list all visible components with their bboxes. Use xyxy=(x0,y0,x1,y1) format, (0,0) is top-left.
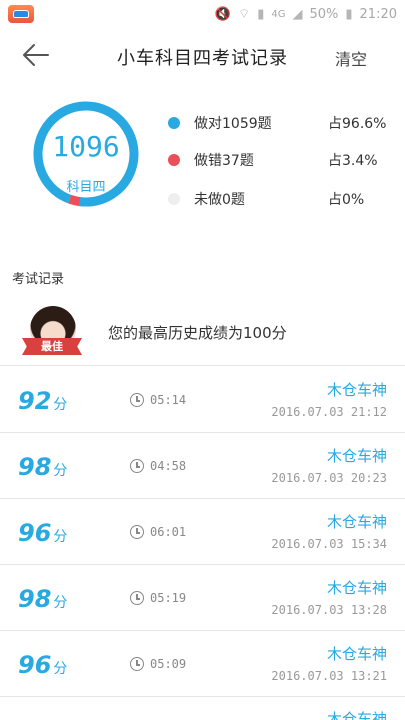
clock-icon xyxy=(130,459,144,473)
clock-icon xyxy=(130,525,144,539)
best-score-text: 您的最高历史成绩为100分 xyxy=(108,324,287,342)
wifi-icon: ⌔ xyxy=(237,7,251,22)
record-score: 98 分 xyxy=(18,585,68,613)
legend-correct-text: 做对1059题 xyxy=(194,116,272,132)
record-date: 2016.07.03 15:34 xyxy=(271,537,387,551)
legend-correct: 做对1059题 占96.6% xyxy=(168,112,388,134)
best-badge: 最佳 xyxy=(22,338,82,355)
total-questions: 1096 xyxy=(52,130,120,163)
best-score-row: 最佳 您的最高历史成绩为100分 xyxy=(0,300,405,366)
undone-dot-icon xyxy=(168,193,180,205)
record-duration: 04:58 xyxy=(150,459,187,473)
clock-icon xyxy=(130,393,144,407)
record-list: 92 分 05:14 木仓车神 2016.07.03 21:12 98 分 04:5… xyxy=(0,367,405,697)
top-bar: 小车科目四考试记录 清空 xyxy=(0,28,405,82)
record-user-name: 木仓车神 xyxy=(326,381,387,399)
legend-wrong: 做错37题 占3.4% xyxy=(168,149,388,171)
record-score: 96 分 xyxy=(18,651,68,679)
record-user-name: 木仓车神 xyxy=(326,579,387,597)
record-duration: 05:09 xyxy=(150,657,187,671)
clock-time: 21:20 xyxy=(359,6,397,22)
record-duration: 06:01 xyxy=(150,525,187,539)
record-user-name: 木仓车神 xyxy=(326,645,387,663)
legend-correct-pct: 占96.6% xyxy=(328,116,387,132)
record-row[interactable]: 98 分 04:58 木仓车神 2016.07.03 20:23 xyxy=(0,433,405,499)
record-row[interactable]: 98 分 05:19 木仓车神 2016.07.03 13:28 xyxy=(0,565,405,631)
sim-icon: ▮ xyxy=(257,6,265,22)
mute-icon: 🔇 xyxy=(214,6,231,22)
clear-button[interactable]: 清空 xyxy=(335,46,367,70)
legend-wrong-text: 做错37题 xyxy=(194,153,254,169)
app-notification-icon xyxy=(8,5,34,23)
record-duration: 05:19 xyxy=(150,591,187,605)
section-label: 考试记录 xyxy=(12,272,65,287)
wrong-dot-icon xyxy=(168,154,180,166)
record-row[interactable]: 92 分 05:14 木仓车神 2016.07.03 21:12 xyxy=(0,367,405,433)
signal-icon: ◢ xyxy=(292,6,303,22)
record-duration: 05:14 xyxy=(150,393,187,407)
partial-record-name: 木仓车神 xyxy=(326,710,387,720)
record-score: 92 分 xyxy=(18,387,68,415)
record-user-name: 木仓车神 xyxy=(326,447,387,465)
status-bar: 🔇 ⌔ ▮ 4G ◢ 50% ▮ 21:20 xyxy=(0,0,405,28)
record-row[interactable]: 96 分 05:09 木仓车神 2016.07.03 13:21 xyxy=(0,631,405,697)
legend-wrong-pct: 占3.4% xyxy=(328,153,378,169)
legend-undone: 未做0题 占0% xyxy=(168,188,388,210)
battery-level: 50% xyxy=(309,6,339,22)
subject-label: 科目四 xyxy=(66,180,106,195)
battery-icon: ▮ xyxy=(345,6,353,22)
clock-icon xyxy=(130,657,144,671)
record-date: 2016.07.03 13:28 xyxy=(271,603,387,617)
clock-icon xyxy=(130,591,144,605)
record-score: 98 分 xyxy=(18,453,68,481)
legend-undone-pct: 占0% xyxy=(328,192,365,208)
record-row[interactable]: 96 分 06:01 木仓车神 2016.07.03 15:34 xyxy=(0,499,405,565)
network-type: 4G xyxy=(271,8,286,20)
legend-undone-text: 未做0题 xyxy=(194,192,245,208)
score-summary: 1096 科目四 做对1059题 占96.6% 做错37题 占3.4% 未做0题… xyxy=(0,96,405,226)
record-user-name: 木仓车神 xyxy=(326,513,387,531)
correct-dot-icon xyxy=(168,117,180,129)
record-date: 2016.07.03 21:12 xyxy=(271,405,387,419)
record-date: 2016.07.03 20:23 xyxy=(271,471,387,485)
record-date: 2016.07.03 13:21 xyxy=(271,669,387,683)
record-score: 96 分 xyxy=(18,519,68,547)
